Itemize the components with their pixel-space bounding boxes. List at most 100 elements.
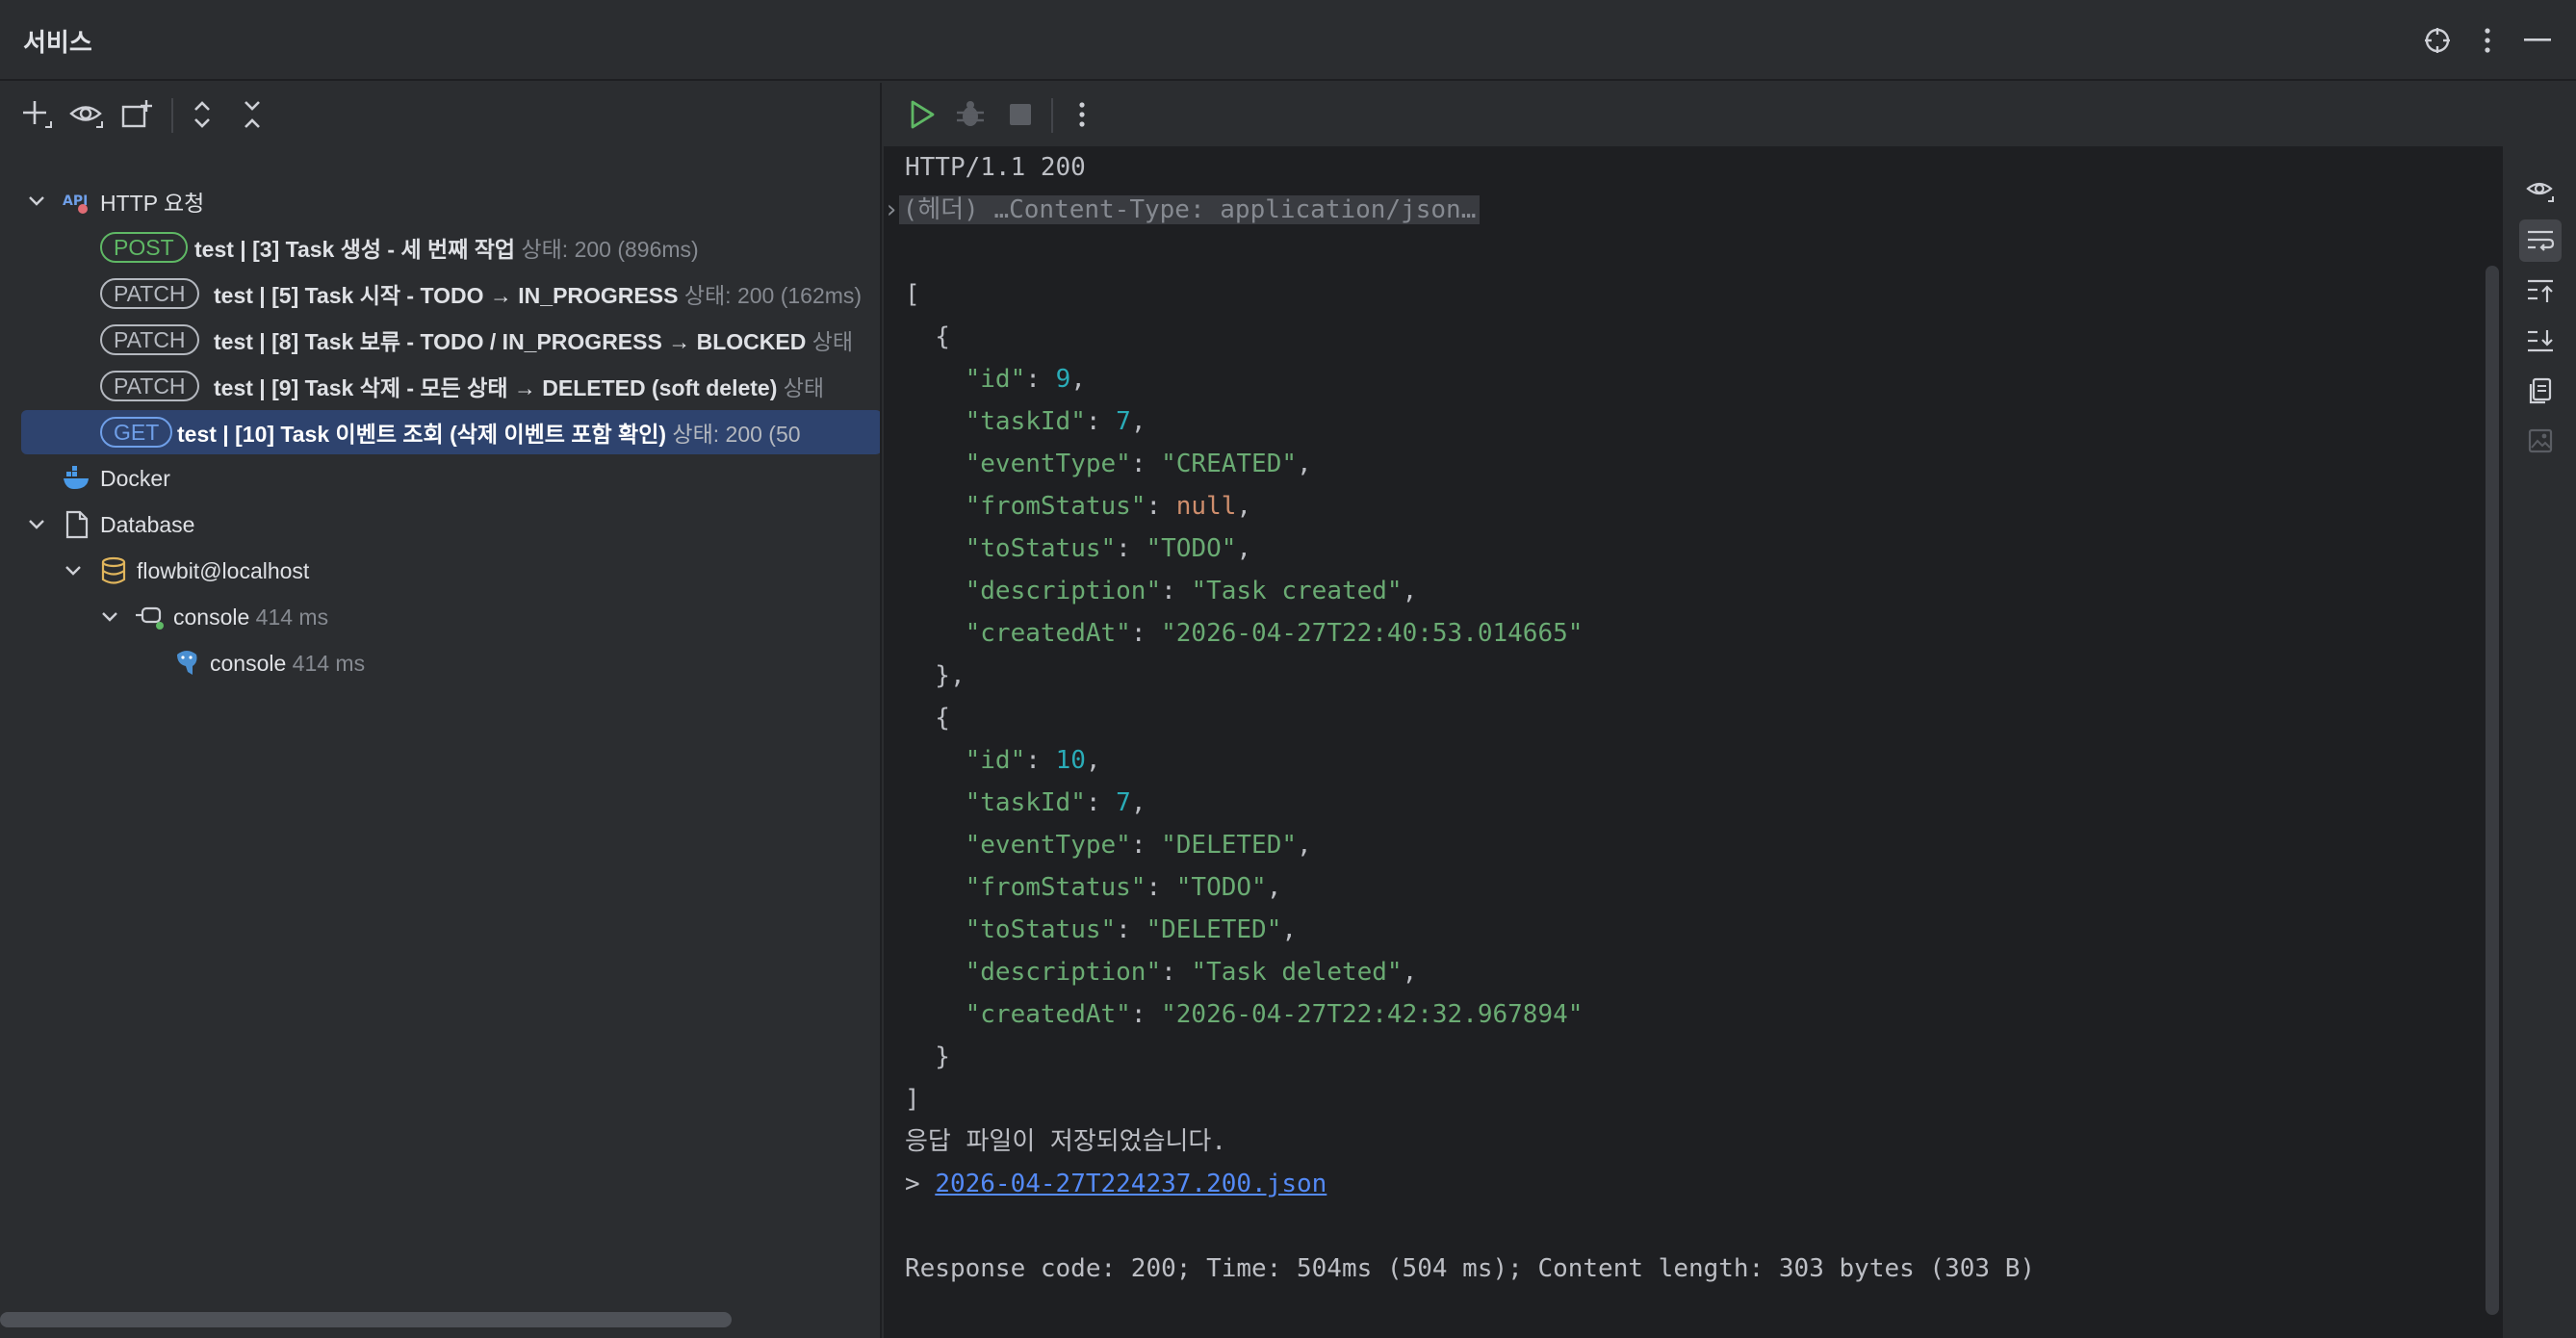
view-options-icon[interactable]: [67, 95, 106, 134]
json-line: "taskId": 7,: [965, 788, 1146, 817]
add-service-icon[interactable]: [17, 95, 56, 134]
copy-icon[interactable]: [2519, 370, 2562, 412]
json-value: "Task deleted": [1191, 958, 1403, 987]
tree-item-label: flowbit@localhost: [137, 557, 310, 583]
json-value: "2026-04-27T22:40:53.014665": [1161, 619, 1584, 648]
request-status: 상태: [783, 375, 825, 400]
new-tab-icon[interactable]: [117, 95, 156, 134]
tree-item-console-group[interactable]: console 414 ms: [0, 595, 880, 639]
json-line: "description": "Task deleted",: [965, 958, 1418, 987]
json-line: "eventType": "CREATED",: [965, 450, 1312, 478]
json-line: "fromStatus": "TODO",: [965, 873, 1282, 902]
postgresql-icon: [171, 648, 202, 679]
response-panel: HTTP/1.1 200 › (헤더) …Content-Type: applic…: [884, 83, 2576, 1338]
json-line: }: [905, 1042, 950, 1071]
json-line: "id": 10,: [965, 746, 1101, 775]
chevron-down-icon[interactable]: [23, 188, 50, 215]
request-status: 상태: [811, 329, 854, 354]
json-value: "DELETED": [1146, 915, 1282, 944]
method-badge: PATCH: [100, 278, 199, 309]
console-session-icon: [135, 602, 166, 632]
tree-item-datasource[interactable]: flowbit@localhost: [0, 549, 880, 593]
headers-line[interactable]: › (헤더) …Content-Type: application/json…: [884, 189, 1481, 231]
response-summary: Response code: 200; Time: 504ms (504 ms)…: [905, 1254, 2035, 1283]
json-value: 10: [1055, 746, 1086, 775]
json-value: 9: [1055, 365, 1071, 394]
json-line: "eventType": "DELETED",: [965, 831, 1312, 860]
request-label: test | [5] Task 시작 - TODO → IN_PROGRESS: [214, 283, 679, 308]
json-line: "id": 9,: [965, 365, 1086, 394]
response-toolbar: [884, 83, 2576, 146]
soft-wrap-icon[interactable]: [2519, 219, 2562, 262]
headers-collapsed[interactable]: (헤더) …Content-Type: application/json…: [898, 195, 1481, 224]
json-line: "toStatus": "TODO",: [965, 534, 1252, 563]
json-value: "DELETED": [1161, 831, 1298, 860]
request-label: test | [10] Task 이벤트 조회 (삭제 이벤트 포함 확인): [177, 422, 667, 447]
chevron-down-icon[interactable]: [60, 557, 87, 584]
json-value: "2026-04-27T22:42:32.967894": [1161, 1000, 1584, 1029]
image-preview-icon: [2519, 420, 2562, 462]
saved-file-line: > 2026-04-27T224237.200.json: [905, 1170, 1327, 1198]
request-label: test | [9] Task 삭제 - 모든 상태 → DELETED (so…: [214, 375, 778, 400]
collapse-all-icon[interactable]: [233, 95, 271, 134]
tree-item-docker[interactable]: Docker: [0, 456, 880, 501]
docker-icon: [62, 463, 92, 494]
tree-item-request-selected[interactable]: GET test | [10] Task 이벤트 조회 (삭제 이벤트 포함 확…: [21, 410, 880, 454]
status-line: HTTP/1.1 200: [905, 153, 1086, 182]
scroll-to-top-icon[interactable]: [2519, 270, 2562, 312]
json-line: "createdAt": "2026-04-27T22:42:32.967894…: [965, 1000, 1584, 1029]
debug-icon: [951, 95, 990, 134]
json-value: "TODO": [1175, 873, 1267, 902]
scroll-to-end-icon[interactable]: [2519, 320, 2562, 362]
tree-item-request[interactable]: PATCH test | [9] Task 삭제 - 모든 상태 → DELET…: [0, 364, 880, 408]
method-badge: POST: [100, 232, 188, 263]
title-bar: 서비스: [0, 0, 2576, 81]
tree-item-request[interactable]: POST test | [3] Task 생성 - 세 번째 작업 상태: 20…: [0, 225, 880, 270]
json-line: {: [905, 322, 950, 351]
json-line: "description": "Task created",: [965, 577, 1418, 605]
tree-item-request[interactable]: PATCH test | [5] Task 시작 - TODO → IN_PRO…: [0, 271, 880, 316]
view-options-icon[interactable]: [2519, 169, 2562, 212]
json-line: },: [905, 661, 966, 690]
tree-item-time: 414 ms: [255, 604, 329, 630]
method-badge: PATCH: [100, 324, 199, 355]
request-label: test | [3] Task 생성 - 세 번째 작업: [194, 237, 516, 262]
chevron-down-icon[interactable]: [23, 511, 50, 538]
saved-message: 응답 파일이 저장되었습니다.: [905, 1127, 1227, 1156]
panel-title: 서비스: [23, 28, 92, 57]
json-line: ]: [905, 1085, 920, 1114]
database-icon: [98, 555, 129, 586]
json-line: {: [905, 704, 950, 733]
tree-item-http-requests[interactable]: API HTTP 요청: [0, 179, 880, 223]
json-value: null: [1175, 492, 1237, 521]
minimize-icon[interactable]: [2518, 21, 2557, 60]
request-label: test | [8] Task 보류 - TODO / IN_PROGRESS …: [214, 329, 807, 354]
tree-item-console[interactable]: console 414 ms: [0, 641, 880, 685]
run-icon[interactable]: [903, 95, 941, 134]
tree-item-time: 414 ms: [292, 650, 366, 676]
vertical-scrollbar[interactable]: [2486, 266, 2499, 1315]
method-badge: GET: [100, 417, 173, 448]
tree-item-request[interactable]: PATCH test | [8] Task 보류 - TODO / IN_PRO…: [0, 318, 880, 362]
json-line: "fromStatus": null,: [965, 492, 1252, 521]
response-console[interactable]: HTTP/1.1 200 › (헤더) …Content-Type: applic…: [884, 146, 2482, 1326]
horizontal-scrollbar[interactable]: [0, 1312, 732, 1327]
tree-item-label: HTTP 요청: [100, 191, 205, 216]
chevron-down-icon[interactable]: [96, 604, 123, 630]
json-line: [: [905, 280, 920, 309]
file-icon: [62, 509, 92, 540]
tree-item-database[interactable]: Database: [0, 502, 880, 547]
more-options-icon[interactable]: [1063, 95, 1101, 134]
json-line: "createdAt": "2026-04-27T22:40:53.014665…: [965, 619, 1584, 648]
json-value: "CREATED": [1161, 450, 1298, 478]
saved-file-link[interactable]: 2026-04-27T224237.200.json: [935, 1170, 1327, 1198]
more-options-icon[interactable]: [2468, 21, 2507, 60]
services-toolbar: [0, 83, 880, 146]
request-status: 상태: 200 (162ms): [683, 283, 863, 308]
console-side-toolbar: [2501, 146, 2576, 1338]
locate-icon[interactable]: [2418, 21, 2457, 60]
request-status: 상태: 200 (50: [672, 422, 801, 447]
expand-all-icon[interactable]: [183, 95, 221, 134]
json-value: 7: [1116, 788, 1131, 817]
tree-item-label: Docker: [100, 465, 170, 491]
